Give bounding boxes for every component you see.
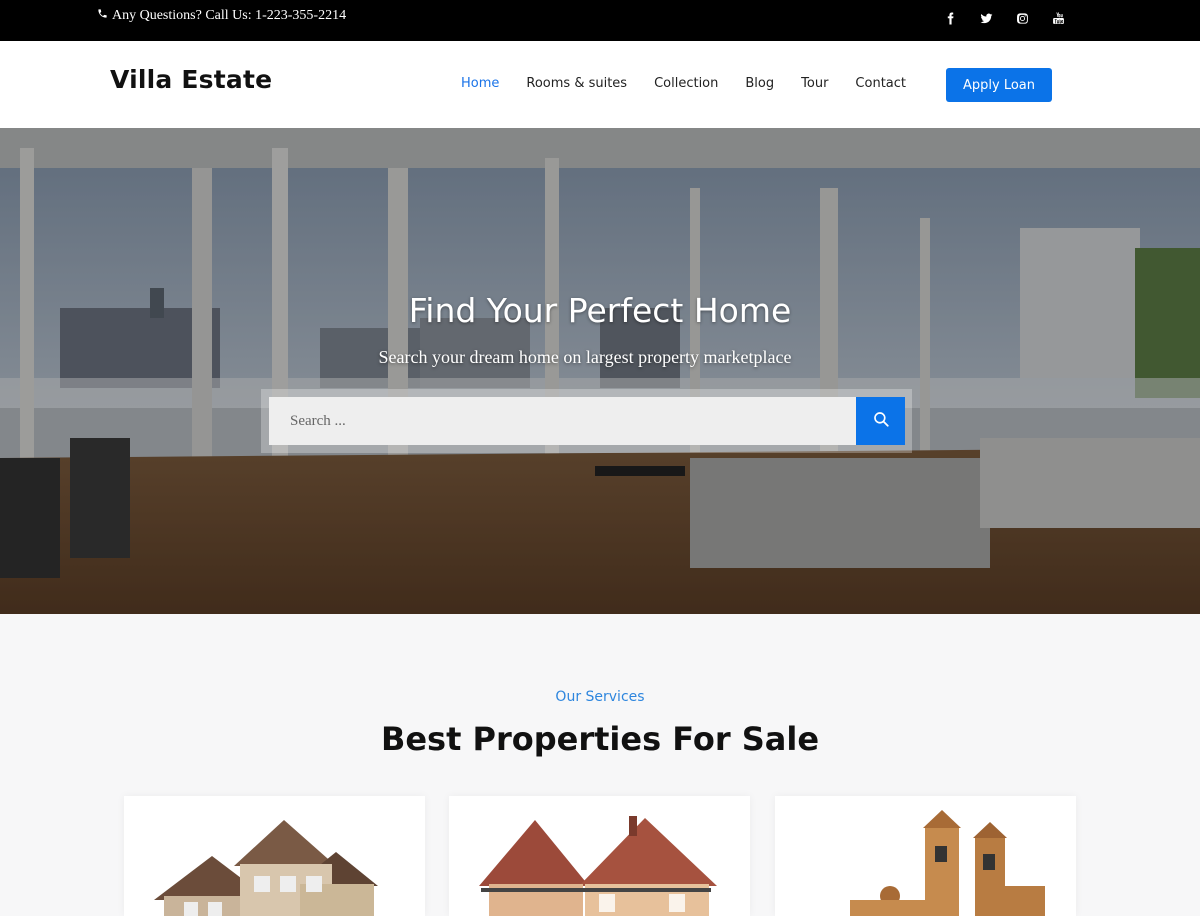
apply-loan-button[interactable]: Apply Loan [946,68,1052,102]
nav-item-home[interactable]: Home [461,76,499,91]
site-logo[interactable]: Villa Estate [110,65,272,94]
hero-subtitle: Search your dream home on largest proper… [378,347,792,367]
search-button[interactable] [856,397,905,445]
search-input[interactable] [269,397,856,445]
twitter-icon[interactable] [977,9,995,27]
property-image [850,810,1045,916]
main-nav: Home Rooms & suites Collection Blog Tour… [461,76,933,91]
nav-item-tour[interactable]: Tour [801,76,828,91]
instagram-icon[interactable] [1013,9,1031,27]
property-card[interactable] [449,796,750,916]
contact-phone: Any Questions? Call Us: 1-223-355-2214 [97,8,346,24]
nav-item-blog[interactable]: Blog [745,76,774,91]
hero-search-bar [261,389,912,453]
nav-item-collection[interactable]: Collection [654,76,718,91]
property-card[interactable] [775,796,1076,916]
hero-title: Find Your Perfect Home [408,291,792,330]
search-icon [872,410,890,433]
top-bar: Any Questions? Call Us: 1-223-355-2214 [0,0,1200,41]
facebook-icon[interactable] [941,9,959,27]
hero-background-image [0,128,1200,614]
property-image [479,816,717,916]
youtube-icon[interactable] [1049,9,1067,27]
site-header: Villa Estate Home Rooms & suites Collect… [0,41,1200,128]
social-links [941,9,1067,27]
property-image [154,820,378,916]
phone-icon [97,8,108,24]
section-title: Best Properties For Sale [380,720,820,758]
nav-item-contact[interactable]: Contact [855,76,906,91]
nav-item-rooms-suites[interactable]: Rooms & suites [526,76,627,91]
hero-banner: Find Your Perfect Home Search your dream… [0,128,1200,614]
property-card[interactable] [124,796,425,916]
contact-phone-text: Any Questions? Call Us: 1-223-355-2214 [112,8,347,23]
section-eyebrow: Our Services [555,689,645,705]
